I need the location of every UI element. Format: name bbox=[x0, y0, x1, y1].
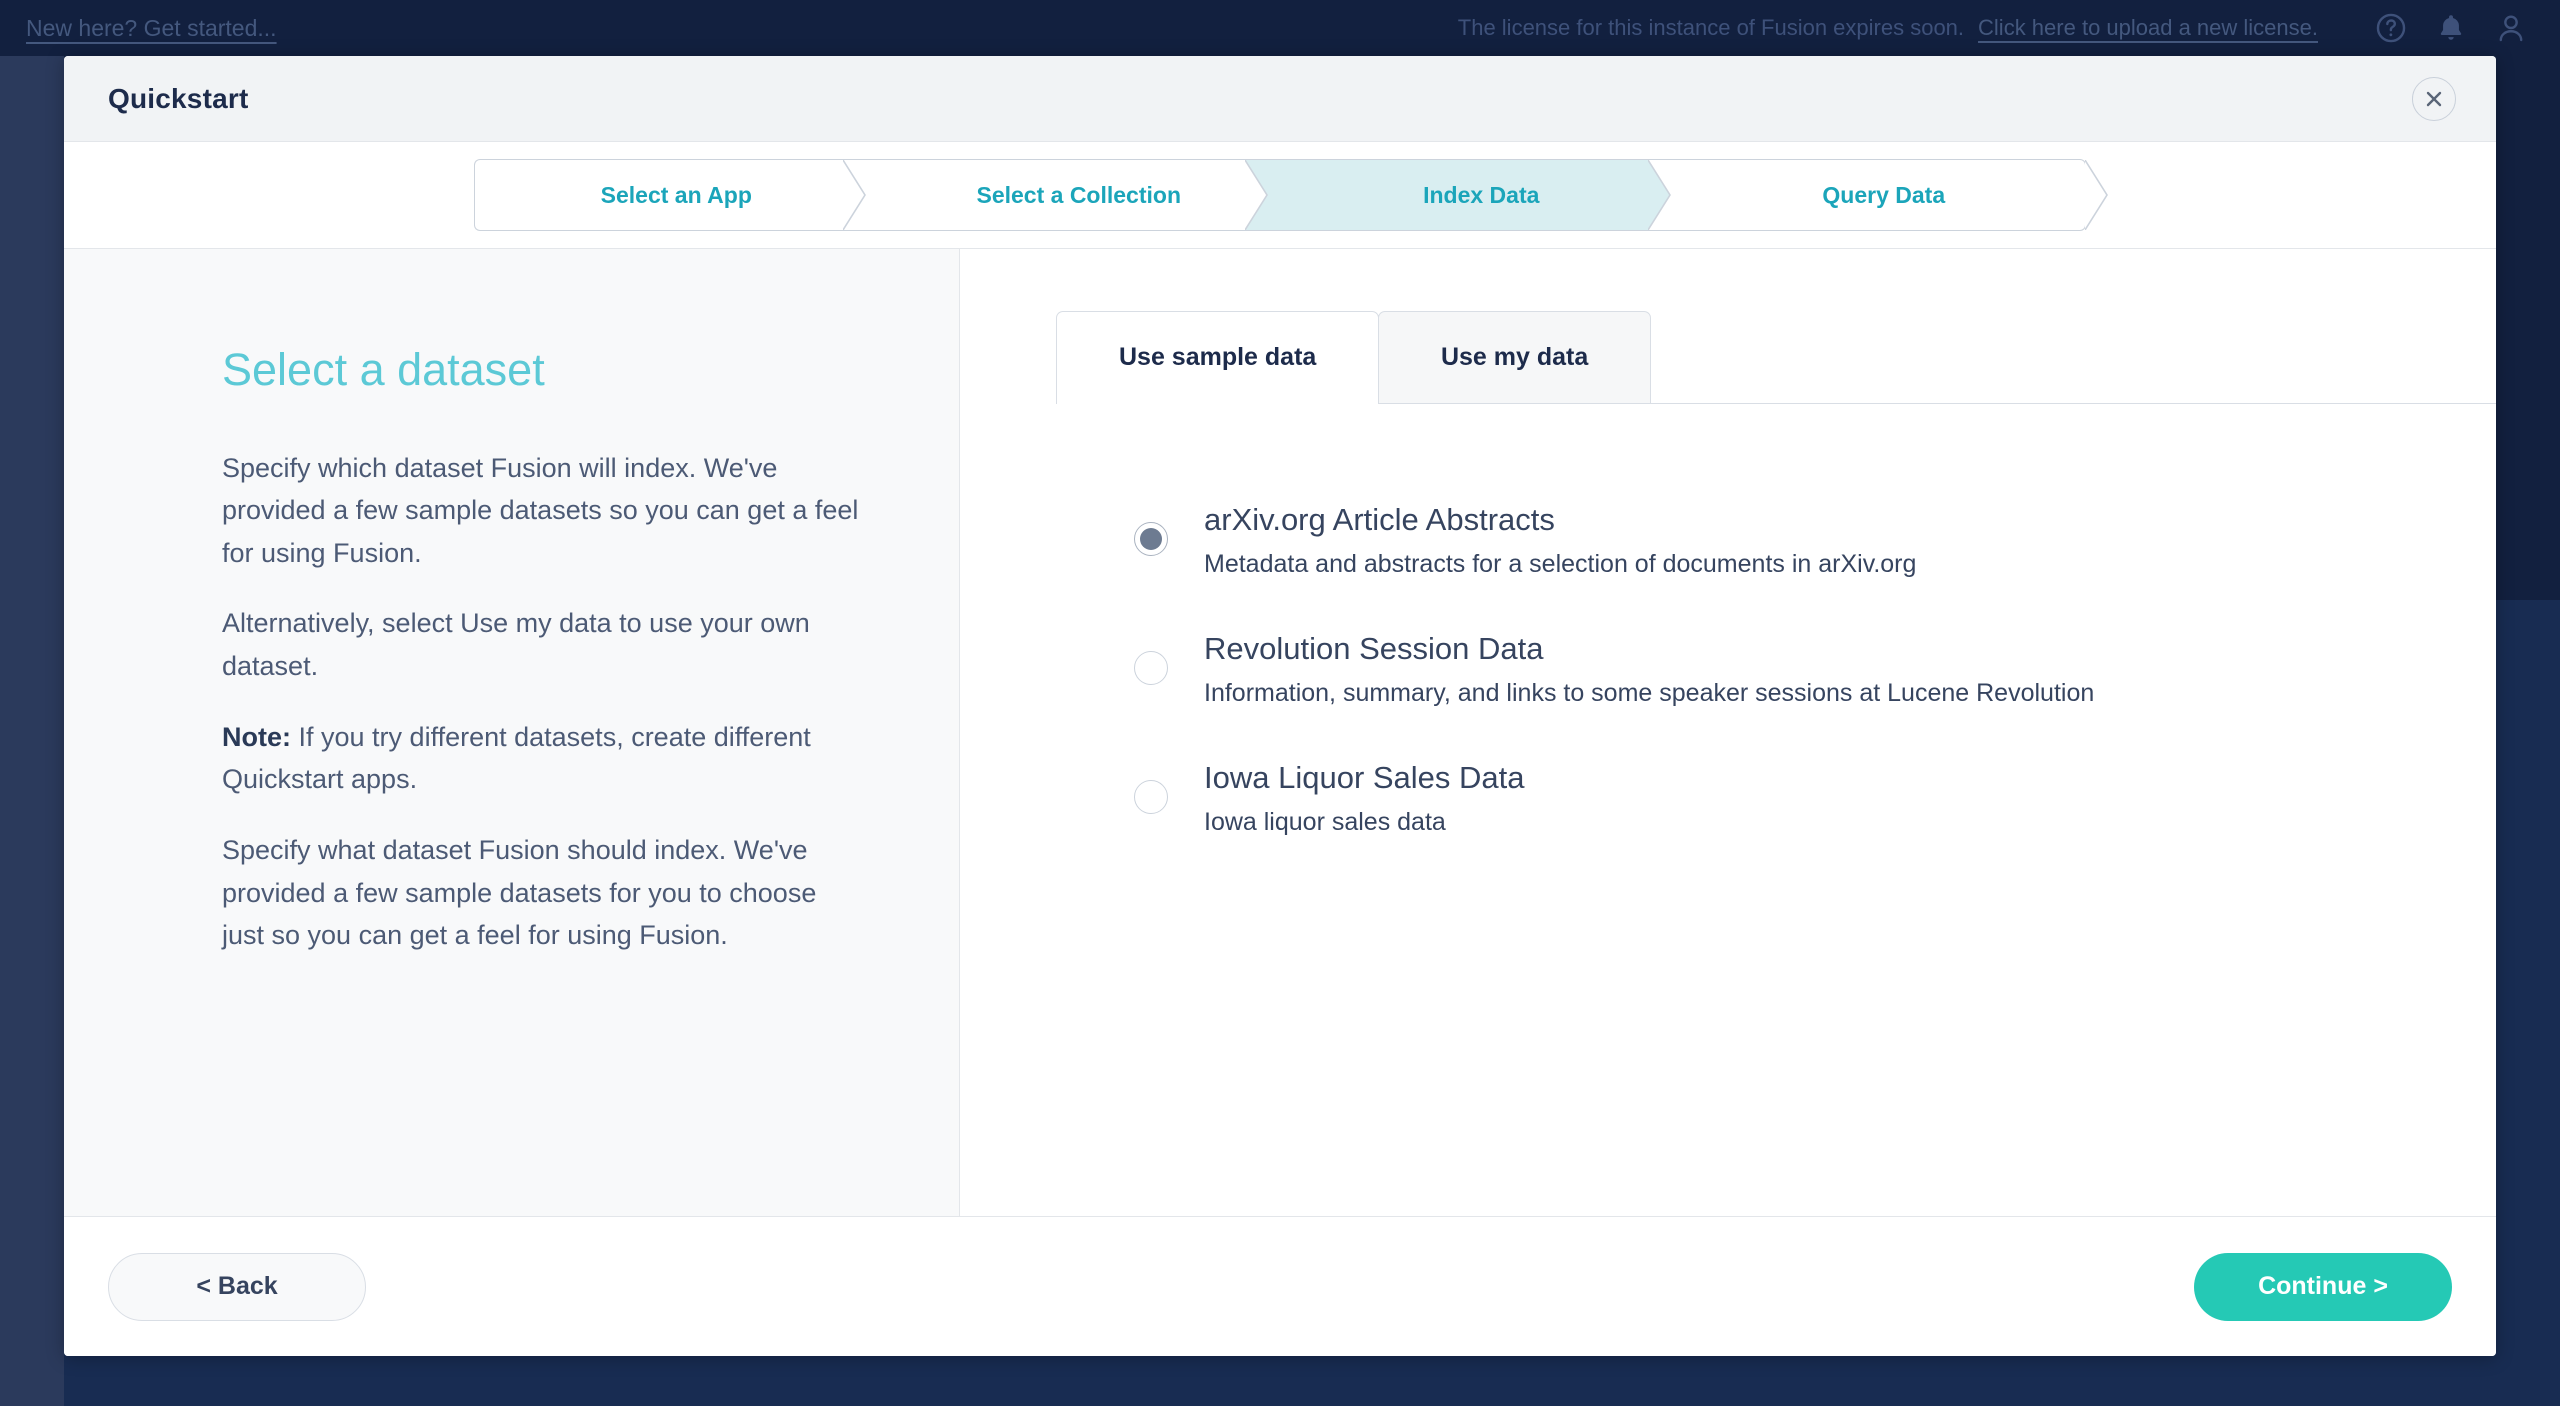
back-button[interactable]: < Back bbox=[108, 1252, 366, 1321]
get-started-link[interactable]: New here? Get started... bbox=[26, 15, 277, 42]
license-expiry-message: The license for this instance of Fusion … bbox=[1457, 15, 1965, 40]
dataset-text: Revolution Session Data Information, sum… bbox=[1204, 629, 2094, 710]
help-icon[interactable] bbox=[2368, 5, 2414, 51]
paragraph-text: Specify what dataset Fusion should index… bbox=[222, 835, 817, 951]
dataset-option-revolution[interactable]: Revolution Session Data Information, sum… bbox=[1134, 629, 2496, 710]
instruction-paragraph-4: Specify what dataset Fusion should index… bbox=[222, 829, 863, 957]
chevron-separator-icon bbox=[1647, 160, 1684, 230]
dataset-description: Iowa liquor sales data bbox=[1204, 807, 1446, 836]
instructions-pane: Select a dataset Specify which dataset F… bbox=[64, 249, 960, 1216]
upload-license-link[interactable]: Click here to upload a new license. bbox=[1978, 15, 2318, 41]
wizard-step-label: Select an App bbox=[600, 181, 752, 208]
tab-label: Use sample data bbox=[1119, 343, 1317, 371]
paragraph-text: Specify which dataset Fusion will index.… bbox=[222, 452, 859, 568]
dataset-selection-pane: Use sample data Use my data arXiv.org Ar… bbox=[960, 249, 2496, 1216]
wizard-steps: Select an App Select a Collection Index … bbox=[474, 159, 2108, 231]
chevron-separator-icon bbox=[842, 160, 879, 230]
paragraph-text: If you try different datasets, create di… bbox=[222, 721, 811, 795]
notifications-bell-icon[interactable] bbox=[2428, 5, 2474, 51]
modal-header: Quickstart bbox=[64, 56, 2496, 142]
top-navigation-bar: New here? Get started... The license for… bbox=[0, 0, 2560, 56]
dataset-description: Information, summary, and links to some … bbox=[1204, 679, 2095, 708]
paragraph-text: Alternatively, select Use my data to use… bbox=[222, 608, 810, 682]
quickstart-modal: Quickstart Select an App Select a Collec… bbox=[64, 56, 2496, 1356]
continue-button[interactable]: Continue > bbox=[2194, 1252, 2452, 1321]
dataset-radio-group: arXiv.org Article Abstracts Metadata and… bbox=[1056, 500, 2496, 838]
tab-label: Use my data bbox=[1440, 343, 1589, 371]
dataset-option-arxiv[interactable]: arXiv.org Article Abstracts Metadata and… bbox=[1134, 500, 2496, 581]
wizard-step-select-a-collection[interactable]: Select a Collection bbox=[877, 159, 1281, 231]
modal-body: Select a dataset Specify which dataset F… bbox=[64, 248, 2496, 1216]
dataset-name: arXiv.org Article Abstracts bbox=[1204, 502, 1555, 537]
instruction-paragraph-2: Alternatively, select Use my data to use… bbox=[222, 602, 863, 687]
page-title: Select a dataset bbox=[222, 344, 545, 395]
modal-title: Quickstart bbox=[108, 82, 249, 114]
wizard-step-label: Select a Collection bbox=[976, 181, 1181, 208]
wizard-step-select-an-app[interactable]: Select an App bbox=[474, 159, 879, 231]
tab-use-my-data[interactable]: Use my data bbox=[1377, 311, 1652, 403]
dataset-text: arXiv.org Article Abstracts Metadata and… bbox=[1204, 500, 1916, 581]
topbar-right-group: The license for this instance of Fusion … bbox=[1458, 5, 2560, 51]
wizard-step-label: Query Data bbox=[1822, 181, 1946, 208]
dataset-option-iowa-liquor[interactable]: Iowa Liquor Sales Data Iowa liquor sales… bbox=[1134, 758, 2496, 839]
app-left-rail bbox=[0, 56, 64, 1406]
chevron-separator-icon bbox=[1245, 160, 1281, 230]
radio-button-icon[interactable] bbox=[1134, 779, 1168, 814]
wizard-step-index-data[interactable]: Index Data bbox=[1280, 159, 1684, 231]
wizard-step-query-data[interactable]: Query Data bbox=[1682, 159, 2108, 231]
chevron-end-icon bbox=[2085, 160, 2108, 230]
user-account-icon[interactable] bbox=[2488, 5, 2534, 51]
data-source-tabs: Use sample data Use my data bbox=[1056, 311, 2496, 405]
modal-footer: < Back Continue > bbox=[64, 1216, 2496, 1356]
tab-use-sample-data[interactable]: Use sample data bbox=[1056, 311, 1380, 405]
close-icon[interactable] bbox=[2412, 76, 2456, 121]
note-label: Note: bbox=[222, 721, 291, 752]
dataset-text: Iowa Liquor Sales Data Iowa liquor sales… bbox=[1204, 758, 1525, 839]
dataset-name: Iowa Liquor Sales Data bbox=[1204, 759, 1525, 795]
dataset-name: Revolution Session Data bbox=[1204, 630, 1544, 666]
instruction-paragraph-3: Note: If you try different datasets, cre… bbox=[222, 716, 863, 801]
instruction-paragraph-1: Specify which dataset Fusion will index.… bbox=[222, 447, 863, 575]
dataset-description: Metadata and abstracts for a selection o… bbox=[1204, 550, 1917, 579]
radio-button-icon[interactable] bbox=[1134, 650, 1168, 685]
wizard-steps-bar: Select an App Select a Collection Index … bbox=[64, 142, 2496, 248]
radio-button-icon[interactable] bbox=[1134, 522, 1168, 556]
wizard-step-label: Index Data bbox=[1423, 181, 1540, 208]
